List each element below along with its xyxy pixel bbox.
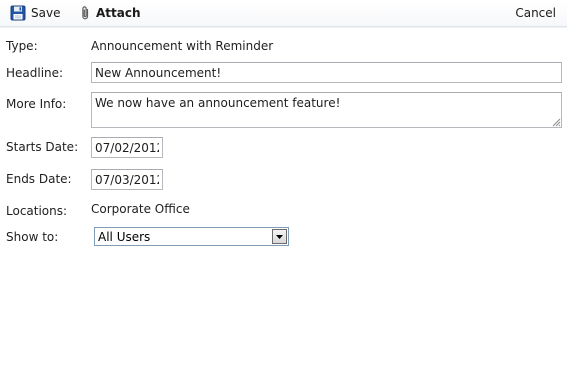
more-info-textarea[interactable]: We now have an announcement feature! — [91, 92, 562, 128]
attach-button[interactable]: Attach — [80, 4, 141, 22]
cancel-button[interactable]: Cancel — [515, 4, 556, 22]
toolbar: Save Attach Cancel — [0, 0, 567, 27]
headline-input[interactable] — [91, 62, 562, 83]
cancel-label: Cancel — [515, 6, 556, 20]
save-label: Save — [31, 6, 61, 20]
locations-value: Corporate Office — [91, 202, 190, 216]
save-button[interactable]: Save — [10, 4, 60, 22]
dropdown-arrow-icon[interactable] — [272, 229, 287, 244]
ends-date-input[interactable] — [91, 169, 163, 190]
resize-grip-icon[interactable] — [551, 117, 561, 127]
starts-date-input[interactable] — [91, 137, 163, 158]
show-to-select[interactable]: All Users — [94, 227, 289, 246]
type-value: Announcement with Reminder — [91, 39, 274, 53]
show-to-selected-value: All Users — [98, 229, 151, 244]
floppy-disk-icon — [10, 5, 26, 21]
type-label: Type: — [6, 39, 38, 53]
starts-date-label: Starts Date: — [6, 140, 79, 154]
headline-label: Headline: — [6, 66, 64, 80]
ends-date-label: Ends Date: — [6, 172, 72, 186]
attach-label: Attach — [96, 6, 141, 20]
locations-label: Locations: — [6, 204, 68, 218]
show-to-label: Show to: — [6, 230, 59, 244]
more-info-label: More Info: — [6, 97, 67, 111]
paperclip-icon — [80, 5, 91, 21]
